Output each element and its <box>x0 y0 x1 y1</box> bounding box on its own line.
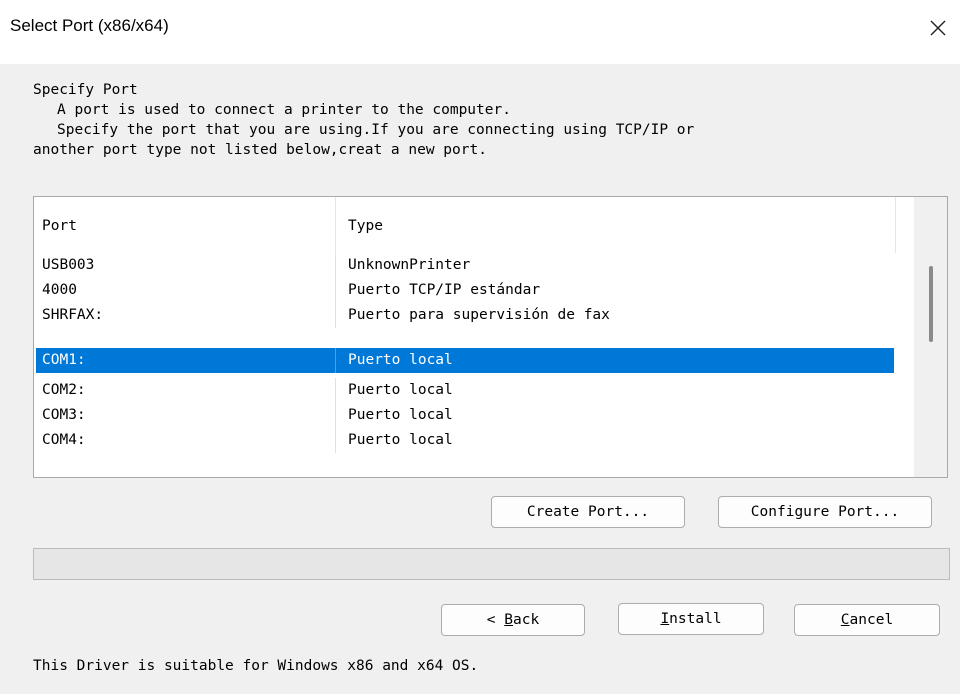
table-row[interactable]: USB003 UnknownPrinter <box>36 253 894 278</box>
back-mnemonic: B <box>504 612 513 628</box>
port-cell: COM3: <box>36 403 336 428</box>
port-list[interactable]: Port Type USB003 UnknownPrinter 4000 Pue… <box>33 196 948 478</box>
type-cell: Puerto TCP/IP estándar <box>348 282 541 298</box>
type-cell: Puerto local <box>348 407 453 423</box>
back-rest: ack <box>513 612 540 628</box>
table-row-selected[interactable]: COM1: Puerto local <box>36 348 894 373</box>
intro-line-3: another port type not listed below,creat… <box>33 142 487 158</box>
install-progress-bar <box>33 548 950 580</box>
table-row[interactable]: SHRFAX: Puerto para supervisión de fax <box>36 303 894 328</box>
cancel-mnemonic: C <box>840 612 850 628</box>
back-button[interactable]: < Back <box>441 604 585 636</box>
table-row[interactable]: COM4: Puerto local <box>36 428 894 453</box>
port-cell: 4000 <box>36 278 336 303</box>
create-port-button[interactable]: Create Port... <box>491 496 685 528</box>
back-prefix: < <box>486 612 505 628</box>
intro-line-1: A port is used to connect a printer to t… <box>57 102 511 118</box>
table-row[interactable]: COM3: Puerto local <box>36 403 894 428</box>
install-mnemonic: I <box>660 611 670 627</box>
footer-note: This Driver is suitable for Windows x86 … <box>33 658 479 674</box>
table-row[interactable]: 4000 Puerto TCP/IP estándar <box>36 278 894 303</box>
type-cell: Puerto local <box>348 382 453 398</box>
type-cell: Puerto local <box>348 352 453 368</box>
section-heading: Specify Port <box>33 82 138 98</box>
type-cell: Puerto para supervisión de fax <box>348 307 610 323</box>
type-cell: Puerto local <box>348 432 453 448</box>
cancel-rest: ancel <box>849 612 894 628</box>
scrollbar-thumb[interactable] <box>929 266 933 342</box>
type-cell: UnknownPrinter <box>348 257 471 273</box>
table-row[interactable]: COM2: Puerto local <box>36 378 894 403</box>
vertical-scrollbar[interactable] <box>914 197 947 477</box>
title-bar: Select Port (x86/x64) <box>0 0 960 64</box>
column-header-port[interactable]: Port <box>34 197 336 253</box>
close-button[interactable] <box>924 14 952 42</box>
port-cell: USB003 <box>36 253 336 278</box>
port-cell: COM4: <box>36 428 336 453</box>
port-cell: SHRFAX: <box>36 303 336 328</box>
column-header-type[interactable]: Type <box>336 197 896 253</box>
install-button[interactable]: Install <box>618 603 764 635</box>
port-cell: COM2: <box>36 378 336 403</box>
intro-line-2: Specify the port that you are using.If y… <box>57 122 695 138</box>
close-icon <box>930 20 946 36</box>
configure-port-button[interactable]: Configure Port... <box>718 496 932 528</box>
install-rest: nstall <box>669 611 722 627</box>
port-cell: COM1: <box>36 348 336 373</box>
cancel-button[interactable]: Cancel <box>794 604 940 636</box>
list-header: Port Type <box>34 197 914 253</box>
window-title: Select Port (x86/x64) <box>10 16 169 35</box>
